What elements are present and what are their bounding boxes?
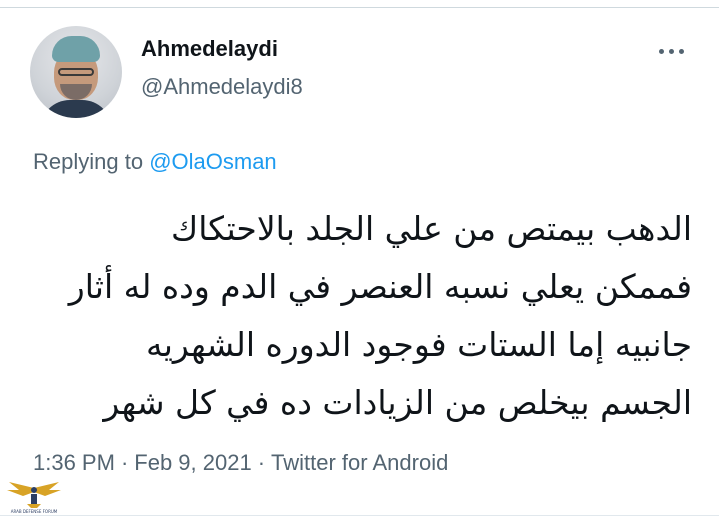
reply-mention-link[interactable]: @OlaOsman — [149, 149, 276, 174]
eagle-icon — [7, 482, 61, 508]
tweet-text-line: جانبيه إما الستات فوجود الدوره الشهريه — [146, 325, 692, 364]
tweet-source[interactable]: Twitter for Android — [271, 450, 448, 475]
bottom-divider — [0, 515, 719, 516]
tweet-text-line: الجسم بيخلص من الزيادات ده في كل شهر — [103, 383, 692, 422]
replying-to: Replying to @OlaOsman — [33, 149, 277, 175]
tweet-text-line: الدهب بيمتص من علي الجلد بالاحتكاك — [171, 209, 692, 248]
tweet-text: الدهب بيمتص من علي الجلد بالاحتكاك فممكن… — [60, 200, 692, 432]
author-avatar[interactable] — [30, 26, 122, 118]
watermark-text: ARAB DEFENSE FORUM — [10, 509, 58, 514]
tweet-time[interactable]: 1:36 PM — [33, 450, 115, 475]
tweet-date[interactable]: Feb 9, 2021 — [134, 450, 251, 475]
meta-separator: · — [120, 450, 129, 475]
meta-separator: · — [257, 450, 266, 475]
more-options-icon[interactable] — [656, 44, 686, 58]
tweet-meta: 1:36 PM · Feb 9, 2021 · Twitter for Android — [33, 450, 448, 476]
watermark-logo: ARAB DEFENSE FORUM — [5, 478, 63, 522]
author-display-name[interactable]: Ahmedelaydi — [141, 36, 278, 62]
tweet-text-line: فممكن يعلي نسبه العنصر في الدم وده له أث… — [68, 267, 692, 306]
replying-to-label: Replying to — [33, 149, 150, 174]
top-divider — [0, 0, 719, 8]
author-handle[interactable]: @Ahmedelaydi8 — [141, 74, 303, 100]
